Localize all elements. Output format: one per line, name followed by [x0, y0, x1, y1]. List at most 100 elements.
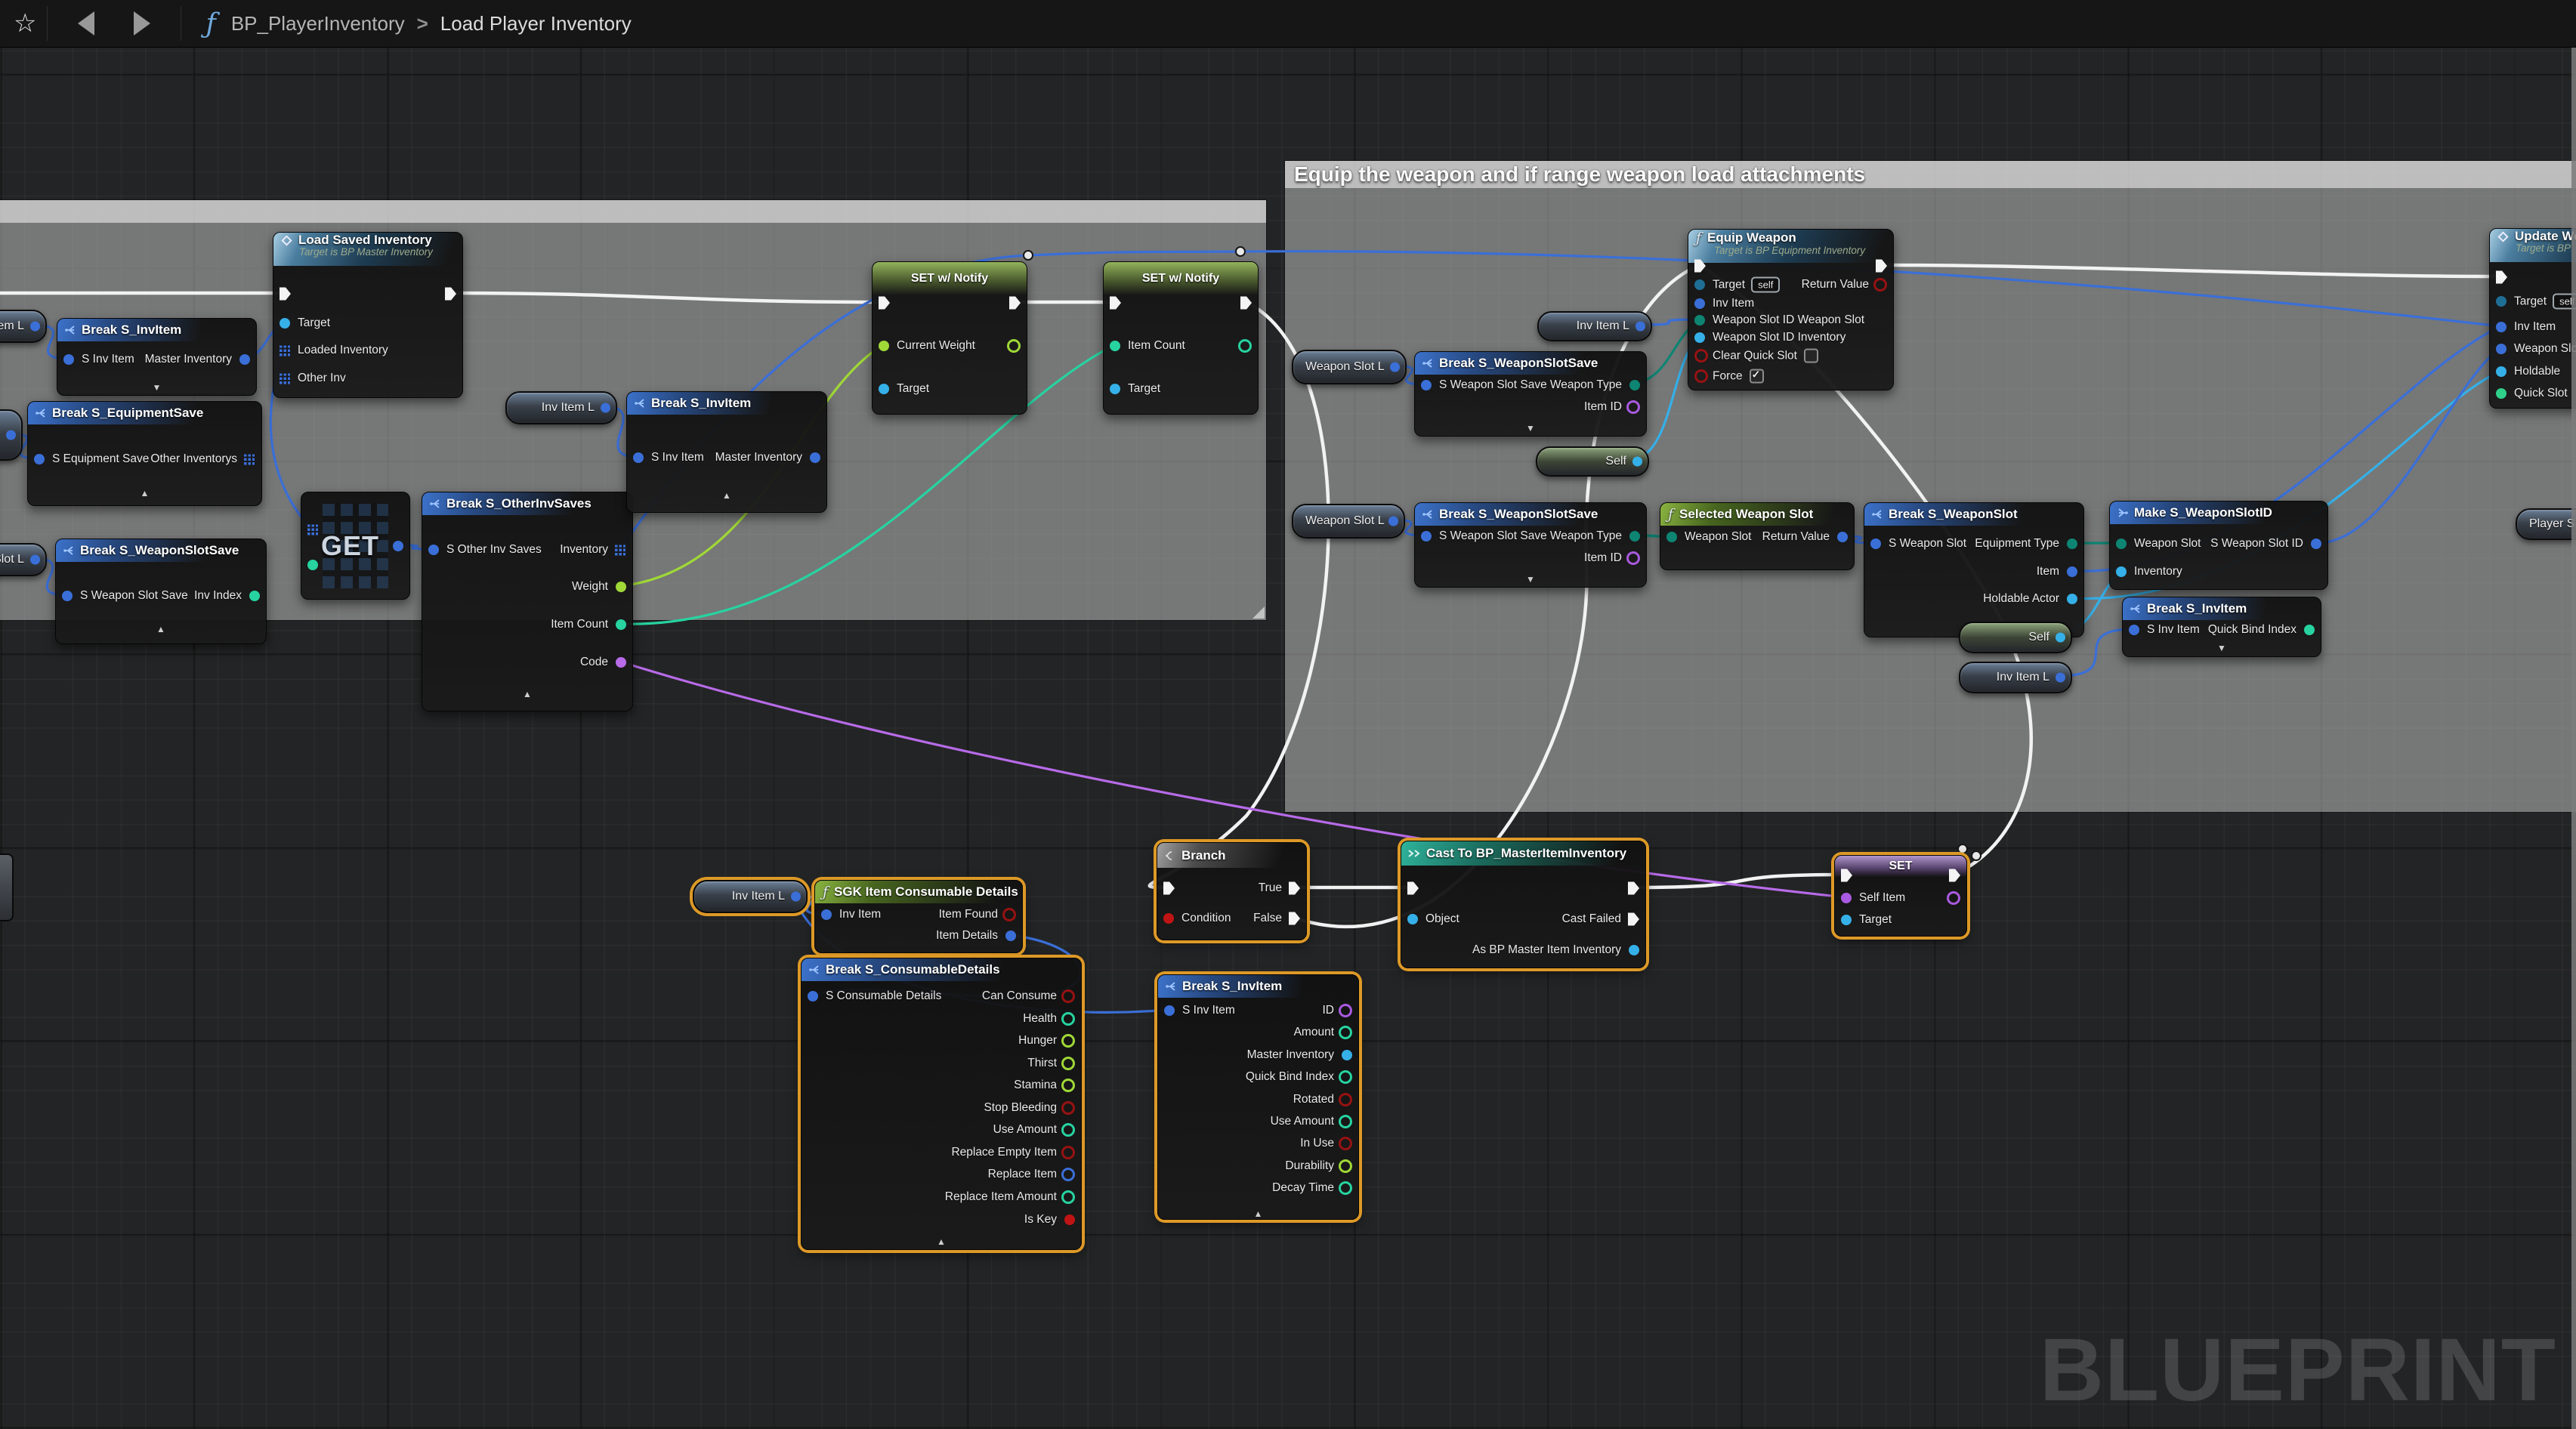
- equip-weapon.execOut-pin[interactable]: [1876, 260, 1887, 273]
- break-invitem-big.out3-pin[interactable]: [1339, 1070, 1352, 1084]
- reroute-knot[interactable]: [1972, 851, 1981, 860]
- selected-weapon-slot.out0-pin[interactable]: [1837, 532, 1848, 542]
- break-invitem-1.out0-pin[interactable]: [239, 354, 250, 365]
- break-consumabledetails.out8-pin[interactable]: [1061, 1168, 1075, 1181]
- break-invitem-big.out0-pin[interactable]: [1339, 1004, 1352, 1017]
- set-notify-2.in0-pin[interactable]: [1110, 341, 1120, 351]
- break-invitem-big[interactable]: Break S_InvItemS Inv ItemIDAmountMaster …: [1157, 974, 1359, 1220]
- equip-weapon.in2-pin[interactable]: [1694, 315, 1705, 326]
- pill-invitem-d-pin[interactable]: [791, 892, 801, 902]
- set-notify-1.in1-pin[interactable]: [879, 384, 889, 394]
- sgk-item-consumable-details[interactable]: ƒSGK Item Consumable DetailsInv ItemItem…: [814, 880, 1023, 953]
- update-weapon.in0-pin[interactable]: [2496, 296, 2507, 307]
- break-otherinvsaves[interactable]: Break S_OtherInvSavesS Other Inv SavesIn…: [422, 492, 633, 711]
- pill-player-cut[interactable]: Player S: [2516, 508, 2576, 540]
- set-notify-2[interactable]: SET w/ NotifyItem CountTarget: [1103, 261, 1259, 415]
- sgk-item-consumable-details.out1-pin[interactable]: [1005, 931, 1016, 941]
- cast-to-bp-masteriteminventory.castFailed-pin[interactable]: [1628, 913, 1639, 926]
- break-weaponslotsave-2.out0-pin[interactable]: [1629, 531, 1640, 542]
- break-invitem-3[interactable]: Break S_InvItemS Inv ItemQuick Bind Inde…: [2122, 597, 2321, 657]
- break-invitem-big.out1-pin[interactable]: [1339, 1026, 1352, 1039]
- set-notify-2.execOut-pin[interactable]: [1240, 297, 1252, 310]
- load-saved-inventory.in0-pin[interactable]: [280, 318, 290, 329]
- equip-weapon.in0-pin[interactable]: [1694, 279, 1705, 290]
- break-consumabledetails.out3-pin[interactable]: [1061, 1057, 1075, 1070]
- pill-invitem-c-pin[interactable]: [2056, 673, 2065, 683]
- break-consumabledetails.out4-pin[interactable]: [1061, 1079, 1075, 1092]
- pill-weaponslot-cut-pin[interactable]: [30, 555, 40, 565]
- break-consumabledetails.out1-pin[interactable]: [1061, 1012, 1075, 1026]
- get-node.in1-pin[interactable]: [307, 560, 318, 570]
- collapse-arrow-icon[interactable]: ▼: [2217, 643, 2226, 653]
- back-arrow-icon[interactable]: [78, 11, 94, 35]
- collapse-arrow-icon[interactable]: ▲: [156, 624, 165, 634]
- break-consumabledetails.out0-pin[interactable]: [1061, 989, 1075, 1003]
- break-invitem-1[interactable]: Break S_InvItemS Inv ItemMaster Inventor…: [57, 318, 257, 396]
- break-invitem-big.out7-pin[interactable]: [1339, 1159, 1352, 1173]
- break-otherinvsaves.out2-pin[interactable]: [616, 619, 626, 630]
- set-node.execOut-pin[interactable]: [1949, 869, 1960, 882]
- favorite-star-icon[interactable]: ☆: [14, 1, 36, 46]
- literal-value[interactable]: self: [1751, 277, 1780, 293]
- equip-weapon[interactable]: ƒEquip WeaponTarget is BP Equipment Inve…: [1688, 229, 1894, 390]
- pill-invitem-a[interactable]: Inv Item L: [505, 391, 617, 424]
- pill-equip-cut[interactable]: [0, 409, 23, 461]
- pill-weaponslot-2-pin[interactable]: [1388, 517, 1398, 526]
- break-invitem-big.out6-pin[interactable]: [1339, 1137, 1352, 1150]
- update-weapon.in2-pin[interactable]: [2496, 344, 2507, 354]
- set-node.in0-pin[interactable]: [1841, 893, 1852, 903]
- break-consumabledetails.out6-pin[interactable]: [1061, 1123, 1075, 1137]
- reroute-knot[interactable]: [1236, 247, 1245, 256]
- break-consumabledetails.out7-pin[interactable]: [1061, 1146, 1075, 1159]
- break-invitem-3.out0-pin[interactable]: [2304, 625, 2315, 635]
- collapse-arrow-icon[interactable]: ▲: [523, 689, 532, 699]
- set-notify-1[interactable]: SET w/ NotifyCurrent WeightTarget: [872, 261, 1027, 415]
- break-invitem-1.in0-pin[interactable]: [63, 354, 74, 365]
- get-node.in0-pin[interactable]: [307, 524, 319, 535]
- break-consumabledetails[interactable]: Break S_ConsumableDetailsS Consumable De…: [801, 958, 1082, 1250]
- get-node[interactable]: GET: [301, 492, 410, 600]
- break-invitem-big.out4-pin[interactable]: [1339, 1093, 1352, 1106]
- set-node.in1-pin[interactable]: [1841, 915, 1852, 925]
- break-consumabledetails.out2-pin[interactable]: [1061, 1034, 1075, 1048]
- pill-weaponslot-cut[interactable]: Weapon Slot L: [0, 543, 47, 576]
- pill-invitem-c[interactable]: Inv Item L: [1959, 662, 2072, 693]
- break-weaponslot[interactable]: Break S_WeaponSlotS Weapon SlotEquipment…: [1864, 502, 2084, 637]
- set-notify-2.out1-pin[interactable]: [1238, 339, 1252, 353]
- cast-to-bp-masteriteminventory.in0-pin[interactable]: [1407, 914, 1418, 924]
- make-weaponslotid.out0-pin[interactable]: [2311, 539, 2321, 549]
- break-otherinvsaves.out0-pin[interactable]: [615, 545, 626, 556]
- collapse-arrow-icon[interactable]: ▼: [153, 382, 162, 393]
- checkbox-checked[interactable]: [1750, 369, 1764, 384]
- break-weaponslot.out1-pin[interactable]: [2067, 566, 2077, 577]
- break-equipmentsave[interactable]: Break S_EquipmentSaveS Equipment SaveOth…: [27, 401, 262, 506]
- breadcrumb-page[interactable]: Load Player Inventory: [440, 12, 632, 35]
- break-weaponslot.out2-pin[interactable]: [2067, 594, 2077, 604]
- set-notify-2.in1-pin[interactable]: [1110, 384, 1120, 394]
- checkbox-unchecked[interactable]: [1804, 349, 1818, 363]
- break-weaponslot.in0-pin[interactable]: [1870, 539, 1881, 549]
- collapse-arrow-icon[interactable]: ▲: [722, 490, 731, 501]
- break-weaponslotsave-2.in0-pin[interactable]: [1421, 531, 1432, 542]
- reroute-knot[interactable]: [1958, 844, 1967, 853]
- break-invitem-big.in0-pin[interactable]: [1164, 1005, 1175, 1016]
- break-weaponslotsave-1.out1-pin[interactable]: [1626, 400, 1640, 414]
- break-invitem-big.out5-pin[interactable]: [1339, 1115, 1352, 1128]
- set-node.execIn-pin[interactable]: [1841, 869, 1852, 882]
- pill-invitem-cut[interactable]: Inv Item L: [0, 310, 47, 343]
- load-saved-inventory.in1-pin[interactable]: [280, 345, 291, 356]
- load-saved-inventory.in2-pin[interactable]: [280, 373, 291, 384]
- reroute-knot[interactable]: [1024, 251, 1033, 260]
- break-consumabledetails.in0-pin[interactable]: [808, 991, 818, 1002]
- pill-equip-cut-pin[interactable]: [6, 431, 16, 440]
- break-invitem-2[interactable]: Break S_InvItemS Inv ItemMaster Inventor…: [626, 391, 827, 513]
- break-weaponslotsave-left.out0-pin[interactable]: [249, 591, 260, 601]
- load-saved-inventory[interactable]: Load Saved InventoryTarget is BP Master …: [273, 232, 463, 398]
- load-saved-inventory.execIn-pin[interactable]: [280, 288, 291, 301]
- pill-weaponslot-2[interactable]: Weapon Slot L: [1292, 504, 1405, 539]
- update-weapon.in4-pin[interactable]: [2496, 388, 2507, 399]
- break-consumabledetails.out5-pin[interactable]: [1061, 1101, 1075, 1115]
- collapse-arrow-icon[interactable]: ▲: [141, 488, 150, 498]
- equip-weapon.in3-pin[interactable]: [1694, 332, 1705, 343]
- forward-arrow-icon[interactable]: [134, 11, 150, 35]
